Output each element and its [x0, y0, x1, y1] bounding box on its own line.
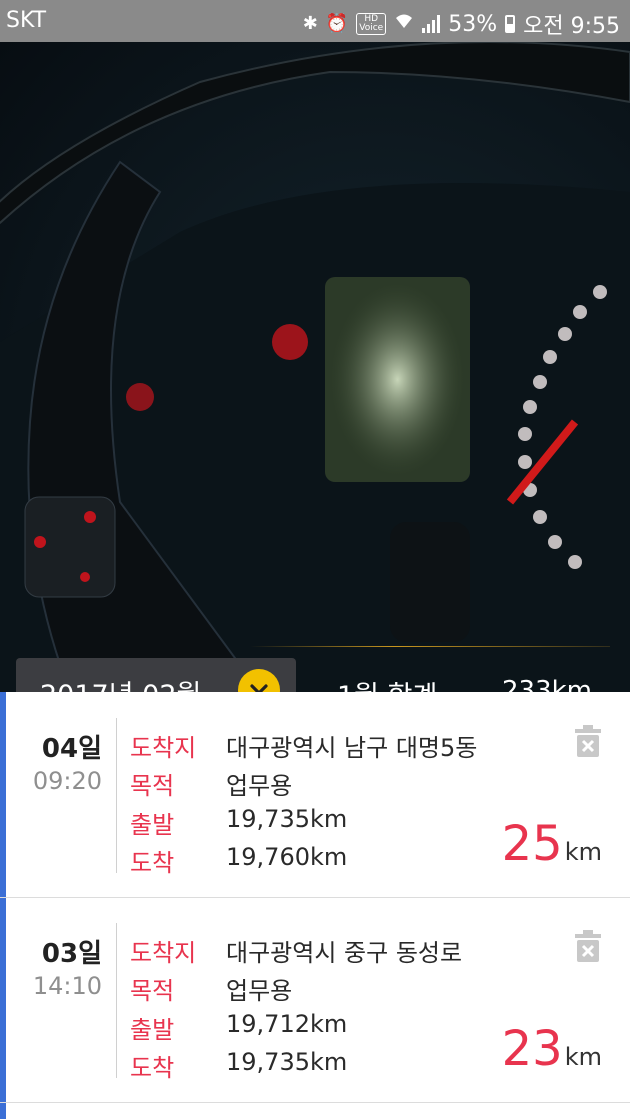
start-odometer: 19,712km	[226, 1010, 348, 1038]
month-label: 2017년 02월	[40, 673, 201, 692]
chevron-down-icon	[250, 684, 268, 692]
trip-entry[interactable]: 04일 09:20 도착지 대구광역시 남구 대명5동 목적 업무용 출발 19…	[0, 692, 630, 898]
start-label: 출발	[130, 811, 175, 839]
trip-day: 04일	[41, 734, 102, 764]
status-bar: SKT ✱ ⏰ HD Voice 53% 오전 9:55	[0, 0, 630, 42]
signal-icon	[422, 15, 441, 33]
destination-label: 도착지	[130, 939, 197, 967]
destination-label: 도착지	[130, 734, 197, 762]
bluetooth-icon: ✱	[302, 13, 318, 34]
trash-icon[interactable]	[575, 930, 601, 962]
trash-icon[interactable]	[575, 725, 601, 757]
month-dropdown-button[interactable]	[238, 669, 280, 692]
trip-distance: 23km	[502, 1025, 602, 1081]
trip-time: 14:10	[32, 972, 102, 1000]
clock: 오전 9:55	[523, 14, 620, 39]
wifi-icon	[394, 12, 414, 36]
alarm-icon: ⏰	[325, 13, 349, 34]
end-odometer: 19,760km	[226, 843, 348, 871]
end-label: 도착	[130, 849, 175, 877]
distance-value: 25	[501, 816, 563, 872]
dashboard-hero-image: 2017년 02월 1월 합계 233km	[0, 42, 630, 692]
entry-divider	[116, 718, 117, 873]
hd-voice-icon: HD Voice	[356, 13, 387, 35]
start-odometer: 19,735km	[226, 805, 348, 833]
trip-list: 04일 09:20 도착지 대구광역시 남구 대명5동 목적 업무용 출발 19…	[0, 692, 630, 1119]
purpose-value: 업무용	[226, 977, 293, 1005]
entry-divider	[116, 923, 117, 1078]
battery-icon	[505, 15, 516, 33]
distance-unit: km	[564, 1043, 602, 1071]
month-selector[interactable]: 2017년 02월	[16, 658, 296, 692]
purpose-label: 목적	[130, 772, 175, 800]
start-label: 출발	[130, 1016, 175, 1044]
trip-time: 09:20	[32, 767, 102, 795]
monthly-total-label: 1월 합계	[337, 674, 437, 692]
distance-unit: km	[564, 838, 602, 866]
purpose-label: 목적	[130, 977, 175, 1005]
purpose-value: 업무용	[226, 772, 293, 800]
trip-entry[interactable]: 03일 14:10 도착지 대구광역시 중구 동성로 목적 업무용 출발 19,…	[0, 897, 630, 1103]
divider-line	[250, 646, 610, 647]
destination-value: 대구광역시 남구 대명5동	[226, 734, 478, 762]
trip-day: 03일	[41, 939, 102, 969]
destination-value: 대구광역시 중구 동성로	[226, 939, 463, 967]
monthly-total-value: 233km	[502, 676, 593, 692]
trip-distance: 25km	[502, 820, 602, 876]
carrier-name: SKT	[6, 8, 47, 33]
end-odometer: 19,735km	[226, 1048, 348, 1076]
end-label: 도착	[130, 1054, 175, 1082]
status-icons: ✱ ⏰ HD Voice 53% 오전 9:55	[303, 8, 620, 40]
battery-percent: 53%	[448, 11, 498, 37]
steering-wheel-illustration	[0, 42, 630, 692]
distance-value: 23	[501, 1021, 563, 1077]
